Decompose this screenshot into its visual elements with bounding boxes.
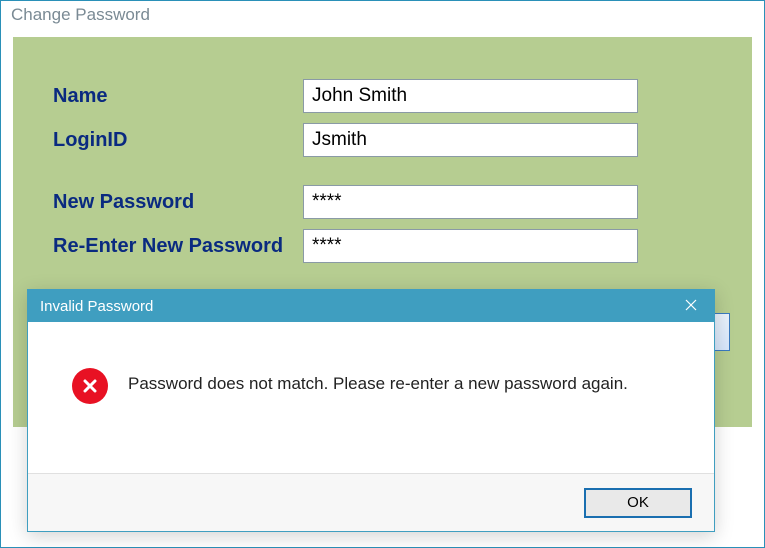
dialog-close-button[interactable] — [668, 290, 714, 322]
dialog-message: Password does not match. Please re-enter… — [128, 368, 628, 394]
row-newpw: New Password — [53, 185, 712, 219]
label-newpw: New Password — [53, 191, 303, 214]
row-loginid: LoginID — [53, 123, 712, 157]
row-repw: Re-Enter New Password — [53, 229, 712, 263]
invalid-password-dialog: Invalid Password Password does not match… — [27, 289, 715, 532]
dialog-titlebar: Invalid Password — [28, 290, 714, 322]
name-input[interactable] — [303, 79, 638, 113]
close-icon — [685, 298, 697, 315]
dialog-title: Invalid Password — [40, 298, 153, 315]
label-loginid: LoginID — [53, 129, 303, 152]
loginid-input[interactable] — [303, 123, 638, 157]
dialog-footer: OK — [28, 473, 714, 531]
newpw-input[interactable] — [303, 185, 638, 219]
change-password-window: Change Password Name LoginID New Passwor… — [0, 0, 765, 548]
window-title: Change Password — [1, 1, 764, 29]
error-icon — [72, 368, 108, 404]
row-name: Name — [53, 79, 712, 113]
repw-input[interactable] — [303, 229, 638, 263]
ok-button[interactable]: OK — [584, 488, 692, 518]
label-name: Name — [53, 85, 303, 108]
dialog-body: Password does not match. Please re-enter… — [28, 322, 714, 473]
label-repw: Re-Enter New Password — [53, 235, 303, 258]
